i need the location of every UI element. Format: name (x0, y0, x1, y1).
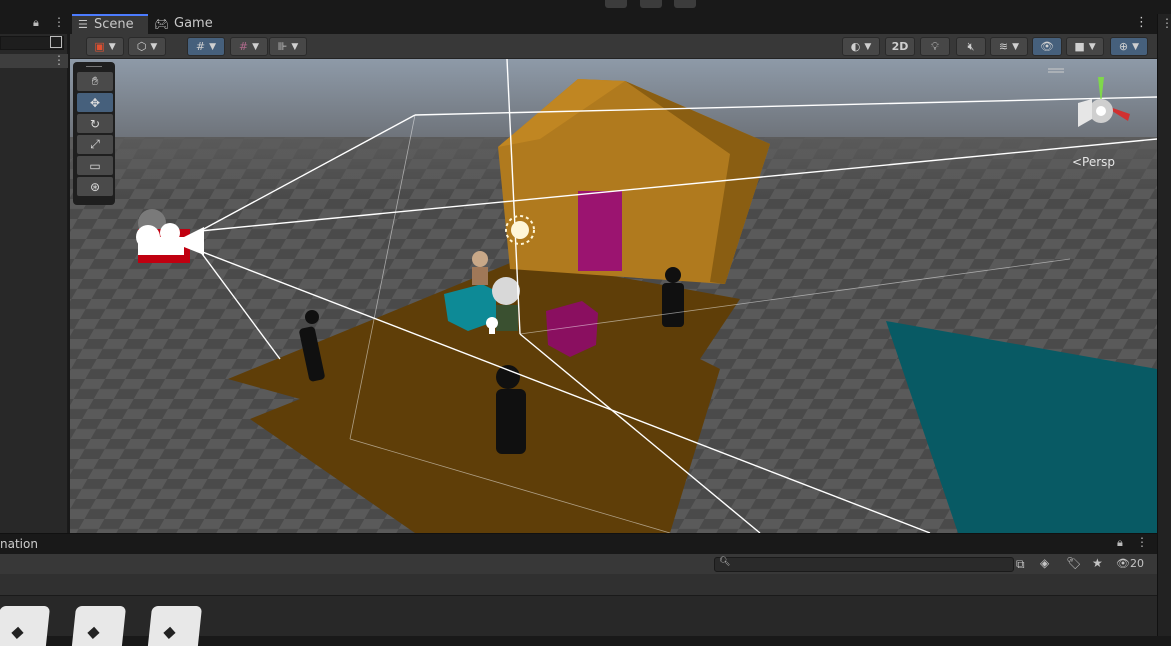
draw-mode-dropdown[interactable]: ▣ ▼ (86, 37, 124, 56)
house-door (578, 191, 622, 271)
chevron-down-icon: ▼ (1012, 41, 1020, 52)
asset-item[interactable]: ◆ (0, 606, 51, 646)
transform-tool-button[interactable]: ⊛ (77, 177, 113, 196)
pause-button[interactable] (640, 0, 662, 8)
hidden-packages-toggle[interactable]: 👁︎20 (1116, 557, 1144, 570)
hierarchy-header: 🔒︎ ⋮ (0, 14, 68, 34)
more-menu-icon[interactable]: ⋮ (53, 53, 65, 67)
lock-icon[interactable]: 🔒︎ (1117, 536, 1123, 550)
chevron-down-icon: ▼ (864, 41, 872, 52)
sprite-boy-body (496, 305, 518, 331)
sprite-girl-body (472, 267, 488, 285)
search-icon: 🔍︎ (719, 557, 731, 567)
rotate-icon: ↻ (89, 116, 101, 131)
asset-item[interactable]: ◆ (147, 606, 203, 646)
step-button[interactable] (674, 0, 696, 8)
more-menu-icon[interactable]: ⋮ (53, 15, 65, 29)
chevron-down-icon: ▼ (291, 41, 299, 52)
grid-icon: # (238, 40, 249, 53)
project-search-input[interactable]: 🔍︎ (714, 557, 1014, 572)
hierarchy-scene-row[interactable]: ⋮ (0, 53, 68, 68)
tab-scene[interactable]: ☰ Scene (72, 14, 148, 34)
scene-viewport[interactable]: <Persp (70, 59, 1157, 533)
chevron-down-icon: ▼ (1132, 41, 1140, 52)
camera-dropdown[interactable]: ■ ▼ (1066, 37, 1104, 56)
light-bulb-icon: 💡︎ (931, 39, 939, 53)
star-icon[interactable]: ★ (1092, 556, 1103, 570)
layers-icon: ≋ (998, 40, 1009, 53)
chevron-down-icon: ▼ (108, 41, 116, 52)
filter-type-icon[interactable]: ◈ (1040, 556, 1049, 570)
move-tool-button[interactable]: ✥ (77, 93, 113, 112)
more-menu-icon[interactable]: ⋮ (1135, 15, 1148, 30)
rotate-tool-button[interactable]: ↻ (77, 114, 113, 133)
top-bar (0, 0, 1171, 14)
speaker-icon: 🔇︎ (967, 39, 975, 53)
cube-icon: ⬡ (136, 40, 147, 53)
projection-label[interactable]: <Persp (1072, 155, 1115, 169)
eye-slash-icon: 👁︎ (1116, 557, 1130, 570)
increment-snap-button[interactable]: # ▼ (230, 37, 268, 56)
breadcrumb-bar (0, 574, 1157, 596)
tab-game-label: Game (174, 16, 213, 31)
draw-mode-icon: ▣ (94, 40, 105, 53)
unity-asset-icon: ◆ (10, 622, 25, 641)
tab-game[interactable]: 🎮︎ Game (152, 14, 222, 34)
chevron-down-icon: ▼ (1088, 41, 1096, 52)
scale-tool-button[interactable]: ⤢ (77, 135, 113, 154)
search-options-icon[interactable]: ⧉ (1016, 557, 1025, 572)
ruler-button[interactable]: ⊪ ▼ (269, 37, 307, 56)
shading-dropdown[interactable]: ⬡ ▼ (128, 37, 166, 56)
more-menu-icon[interactable]: ⋮ (1161, 16, 1171, 30)
chevron-down-icon: ▼ (209, 41, 217, 52)
tool-palette: ✋︎ ✥ ↻ ⤢ ▭ ⊛ (73, 62, 115, 205)
hidden-count: 20 (1129, 557, 1144, 570)
globe-icon: ⊕ (1118, 40, 1129, 53)
chevron-down-icon: ▼ (252, 41, 260, 52)
scene-tab-strip: ☰ Scene 🎮︎ Game ⋮ (70, 14, 1157, 34)
transform-icon: ⊛ (89, 179, 101, 194)
tag-icon[interactable]: 🏷︎ (1066, 556, 1081, 570)
hierarchy-panel: 🔒︎ ⋮ ⋮ (0, 14, 68, 533)
more-menu-icon[interactable]: ⋮ (1136, 535, 1148, 549)
unity-asset-icon: ◆ (162, 622, 177, 641)
chevron-down-icon: ▼ (150, 41, 158, 52)
grid-snap-button[interactable]: # ▼ (187, 37, 225, 56)
gizmos-dropdown[interactable]: ⊕ ▼ (1110, 37, 1148, 56)
scale-icon: ⤢ (90, 137, 100, 151)
effects-dropdown[interactable]: ≋ ▼ (990, 37, 1028, 56)
inspector-edge: ⋮ (1157, 14, 1171, 636)
rect-tool-button[interactable]: ▭ (77, 156, 113, 175)
gamepad-icon: 🎮︎ (154, 17, 170, 31)
2d-toggle-button[interactable]: 2D (885, 37, 915, 56)
scene-toolbar: ▣ ▼ ⬡ ▼ # ▼ # ▼ ⊪ ▼ ◐ ▼ 2D 💡︎ 🔇︎ ≋ ▼ 👁︎ ■ ▼ ⊕ ▼ (70, 34, 1157, 59)
sprite-girl (472, 251, 488, 267)
palette-handle[interactable] (86, 66, 102, 70)
ruler-icon: ⊪ (277, 40, 288, 53)
shading-mode-dropdown[interactable]: ◐ ▼ (842, 37, 880, 56)
hand-tool-button[interactable]: ✋︎ (77, 72, 113, 91)
search-options-icon[interactable] (50, 36, 62, 48)
grid-snap-icon: # (195, 40, 206, 53)
hand-icon: ✋︎ (91, 74, 99, 88)
sphere-icon: ◐ (850, 40, 861, 53)
move-icon: ✥ (89, 95, 101, 110)
camera-icon: ■ (1074, 40, 1085, 53)
project-panel-title[interactable]: nation (0, 537, 38, 551)
unity-asset-icon: ◆ (86, 622, 101, 641)
tab-scene-label: Scene (94, 17, 134, 32)
scene-render (70, 59, 1157, 533)
asset-item[interactable]: ◆ (71, 606, 127, 646)
audio-toggle-button[interactable]: 🔇︎ (956, 37, 986, 56)
rect-icon: ▭ (89, 158, 101, 173)
eye-slash-icon: 👁︎ (1040, 40, 1054, 53)
lock-icon[interactable]: 🔒︎ (33, 16, 39, 30)
project-panel: nation 🔒︎ ⋮ 🔍︎ ⧉ ◈ 🏷︎ ★ 👁︎20 ◆ ◆ ◆ (0, 533, 1157, 646)
play-button[interactable] (605, 0, 627, 8)
hidden-objects-toggle[interactable]: 👁︎ (1032, 37, 1062, 56)
sprite-boy-head (492, 277, 520, 305)
project-panel-header: nation 🔒︎ ⋮ (0, 534, 1157, 554)
lighting-toggle-button[interactable]: 💡︎ (920, 37, 950, 56)
scene-menu-icon: ☰ (78, 18, 88, 31)
